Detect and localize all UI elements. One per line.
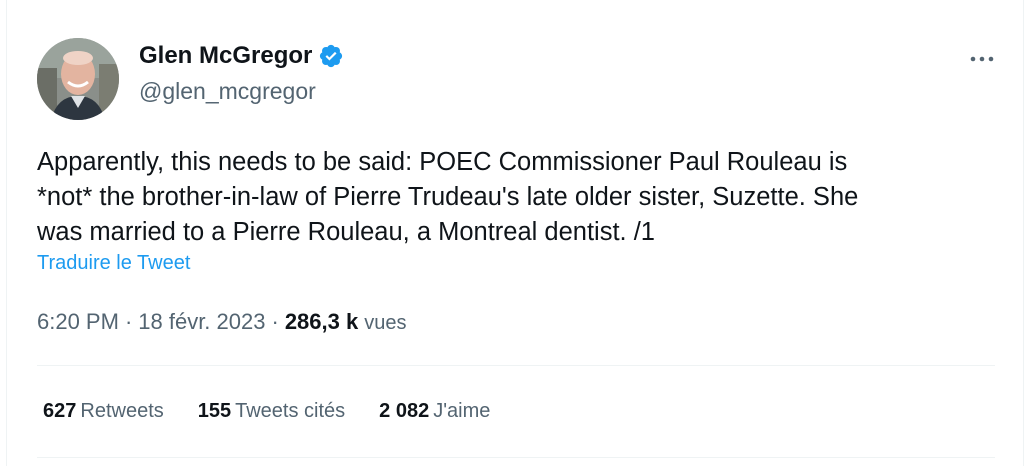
retweets-label: Retweets	[80, 400, 164, 422]
more-horizontal-icon[interactable]	[969, 44, 995, 64]
tweet-time[interactable]: 6:20 PM	[37, 309, 119, 335]
quotes-label: Tweets cités	[235, 400, 346, 422]
verified-badge-icon	[318, 43, 344, 69]
meta-separator: ·	[271, 309, 279, 334]
divider	[37, 457, 995, 458]
tweet-card: Glen McGregor @glen_mcgregor Apparently,…	[6, 0, 1024, 466]
retweets-count: 627	[43, 400, 77, 422]
meta-separator: ·	[124, 309, 133, 334]
likes-label: J'aime	[433, 400, 491, 422]
retweets-stat[interactable]: 627 Retweets	[43, 400, 164, 423]
views-label: vues	[364, 312, 407, 334]
tweet-stats: 627 Retweets 155 Tweets cités 2 082 J'aime	[43, 400, 524, 423]
tweet-date[interactable]: 18 févr. 2023	[138, 309, 265, 335]
quotes-count: 155	[197, 400, 232, 422]
quotes-stat[interactable]: 155 Tweets cités	[198, 400, 345, 423]
divider	[37, 365, 995, 366]
views-count: 286,3 k	[284, 309, 359, 334]
author-handle[interactable]: @glen_mcgregor	[139, 78, 316, 105]
author-name-row: Glen McGregor	[139, 42, 344, 70]
likes-stat[interactable]: 2 082 J'aime	[379, 400, 490, 423]
avatar[interactable]	[37, 38, 119, 120]
tweet-meta: 6:20 PM · 18 févr. 2023 · 286,3 k vues	[37, 309, 406, 335]
translate-link[interactable]: Traduire le Tweet	[37, 252, 190, 275]
avatar-photo	[37, 38, 119, 120]
likes-count: 2 082	[379, 400, 430, 422]
tweet-text: Apparently, this needs to be said: POEC …	[37, 148, 859, 246]
author-name[interactable]: Glen McGregor	[139, 42, 312, 70]
